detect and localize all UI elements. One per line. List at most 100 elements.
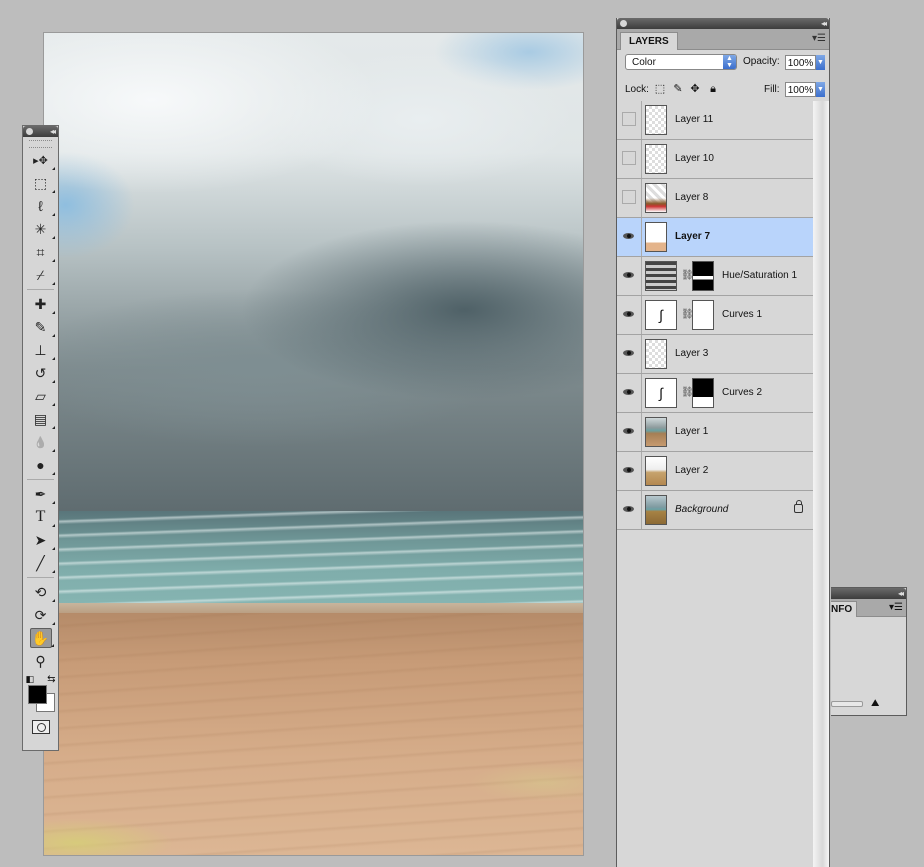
visibility-toggle[interactable] <box>622 112 636 126</box>
tab-layers[interactable]: LAYERS <box>620 32 678 50</box>
layer-thumbnail <box>645 105 667 135</box>
layers-scrollbar[interactable] <box>813 101 829 867</box>
eye-icon[interactable] <box>622 268 636 282</box>
visibility-toggle[interactable] <box>622 151 636 165</box>
eye-icon[interactable] <box>622 229 636 243</box>
visibility-toggle[interactable] <box>622 190 636 204</box>
collapse-icon[interactable]: ◂◂ <box>50 126 56 137</box>
history-brush-tool-icon: ↺ <box>34 364 47 381</box>
eye-icon[interactable] <box>622 346 636 360</box>
move-tool-icon: ▸✥ <box>33 154 48 167</box>
marquee-tool[interactable]: ⬚ <box>30 173 55 193</box>
close-icon[interactable] <box>26 128 33 135</box>
crop-tool[interactable]: ⌗ <box>30 242 55 262</box>
lock-icon <box>794 500 803 513</box>
eraser-tool[interactable]: ▱ <box>30 386 55 406</box>
eye-icon[interactable] <box>622 463 636 477</box>
healing-brush-tool[interactable]: ✚ <box>30 294 55 314</box>
layer-row-layer-1[interactable]: Layer 1 <box>617 413 813 452</box>
layer-row-layer-10[interactable]: Layer 10 <box>617 140 813 179</box>
eye-icon[interactable] <box>622 502 636 516</box>
eye-icon[interactable] <box>622 424 636 438</box>
eraser-tool-icon: ▱ <box>35 387 46 404</box>
foreground-color[interactable] <box>27 685 47 704</box>
lock-all-icon[interactable]: 🔒︎ <box>707 83 719 95</box>
panel-menu-icon[interactable]: ▾☰ <box>812 33 826 44</box>
layer-name[interactable]: Background <box>675 491 728 529</box>
brush-tool[interactable]: ✎ <box>30 317 55 337</box>
layer-name[interactable]: Layer 3 <box>675 335 708 373</box>
lock-pixels-icon[interactable]: ✎ <box>672 83 684 95</box>
clone-stamp-tool[interactable]: ⊥ <box>30 340 55 360</box>
layer-row-curves-2[interactable]: ∫ ⛓ Curves 2 <box>617 374 813 413</box>
layer-name[interactable]: Layer 7 <box>675 218 710 256</box>
layer-name[interactable]: Layer 11 <box>675 101 713 139</box>
opacity-field[interactable]: 100% <box>785 55 816 70</box>
quick-mask-icon[interactable] <box>31 720 50 734</box>
3d-rotate-tool[interactable]: ⟲ <box>30 582 55 602</box>
layer-name[interactable]: Layer 1 <box>675 413 708 451</box>
layers-tabstrip: LAYERS ▾☰ <box>617 29 829 50</box>
eye-icon[interactable] <box>622 307 636 321</box>
layer-name[interactable]: Layer 2 <box>675 452 708 490</box>
eyedropper-tool[interactable]: ⌿ <box>30 265 55 285</box>
dodge-tool[interactable]: ● <box>30 455 55 475</box>
mountain-icon[interactable]: ⛰ <box>871 698 879 709</box>
history-brush-tool[interactable]: ↺ <box>30 363 55 383</box>
layer-name[interactable]: Layer 10 <box>675 140 714 178</box>
pen-tool[interactable]: ✒ <box>30 484 55 504</box>
layer-row-background[interactable]: Background <box>617 491 813 530</box>
hand-tool[interactable]: ✋ <box>29 628 54 648</box>
collapse-icon[interactable]: ◂◂ <box>898 588 904 599</box>
layers-panel: ◂◂ LAYERS ▾☰ Color ▲ ▼ Opacity: 100% ▼ Lo… <box>616 18 830 867</box>
document-canvas[interactable] <box>44 33 583 855</box>
lasso-tool[interactable]: ℓ <box>30 196 55 216</box>
layer-name[interactable]: Curves 2 <box>722 374 762 412</box>
layer-row-layer-7[interactable]: Layer 7 <box>617 218 813 257</box>
blur-tool[interactable]: 💧 <box>30 432 55 452</box>
zoom-slider[interactable] <box>831 701 863 707</box>
default-colors-icon[interactable]: ◧ <box>26 674 35 685</box>
fill-field[interactable]: 100% <box>785 82 816 97</box>
blend-mode-select[interactable]: Color ▲ ▼ <box>625 54 737 70</box>
path-selection-tool[interactable]: ➤ <box>30 530 55 550</box>
opacity-dropdown-icon[interactable]: ▼ <box>816 55 825 70</box>
3d-orbit-tool[interactable]: ⟳ <box>30 605 55 625</box>
layer-row-hue-saturation-1[interactable]: ≡ ⛓ Hue/Saturation 1 <box>617 257 813 296</box>
eye-icon[interactable] <box>622 385 636 399</box>
swap-colors-icon[interactable]: ⇆ <box>47 674 55 685</box>
collapse-icon[interactable]: ◂◂ <box>821 18 827 29</box>
line-tool[interactable]: ╱ <box>30 553 55 573</box>
tools-titlebar[interactable]: ◂◂ <box>23 126 58 137</box>
tab-info[interactable]: NFO <box>831 601 858 617</box>
layers-titlebar[interactable]: ◂◂ <box>617 18 829 29</box>
tools-separator <box>27 479 54 480</box>
info-titlebar[interactable]: ◂◂ <box>831 588 906 599</box>
layer-row-layer-8[interactable]: Layer 8 <box>617 179 813 218</box>
tools-palette: ◂◂ ▸✥ ⬚ ℓ ✳ ⌗ ⌿ ✚ ✎ ⊥ ↺ ▱ ▤ 💧 ● ✒ T ➤ ╱ … <box>22 125 59 751</box>
layer-thumbnail <box>645 339 667 369</box>
fill-dropdown-icon[interactable]: ▼ <box>816 82 825 97</box>
close-icon[interactable] <box>620 20 627 27</box>
layer-name[interactable]: Layer 8 <box>675 179 708 217</box>
panel-menu-icon[interactable]: ▾☰ <box>889 602 903 613</box>
layer-name[interactable]: Curves 1 <box>722 296 762 334</box>
layer-row-curves-1[interactable]: ∫ ⛓ Curves 1 <box>617 296 813 335</box>
lock-transparency-icon[interactable]: ⬚ <box>654 83 666 95</box>
type-tool[interactable]: T <box>30 507 55 527</box>
magic-wand-tool[interactable]: ✳ <box>30 219 55 239</box>
gradient-tool[interactable]: ▤ <box>30 409 55 429</box>
path-selection-tool-icon: ➤ <box>34 531 47 548</box>
layer-mask-thumbnail <box>692 300 714 330</box>
tools-grip[interactable] <box>29 140 52 148</box>
lock-position-icon[interactable]: ✥ <box>689 83 701 95</box>
move-tool[interactable]: ▸✥ <box>30 150 55 170</box>
blend-row: Color ▲ ▼ Opacity: 100% ▼ <box>617 50 829 76</box>
layer-name[interactable]: Hue/Saturation 1 <box>722 257 797 295</box>
layer-thumbnail <box>645 144 667 174</box>
layer-row-layer-11[interactable]: Layer 11 <box>617 101 813 140</box>
layer-thumbnail <box>645 183 667 213</box>
layer-row-layer-3[interactable]: Layer 3 <box>617 335 813 374</box>
layer-row-layer-2[interactable]: Layer 2 <box>617 452 813 491</box>
zoom-tool[interactable]: ⚲ <box>30 651 52 671</box>
